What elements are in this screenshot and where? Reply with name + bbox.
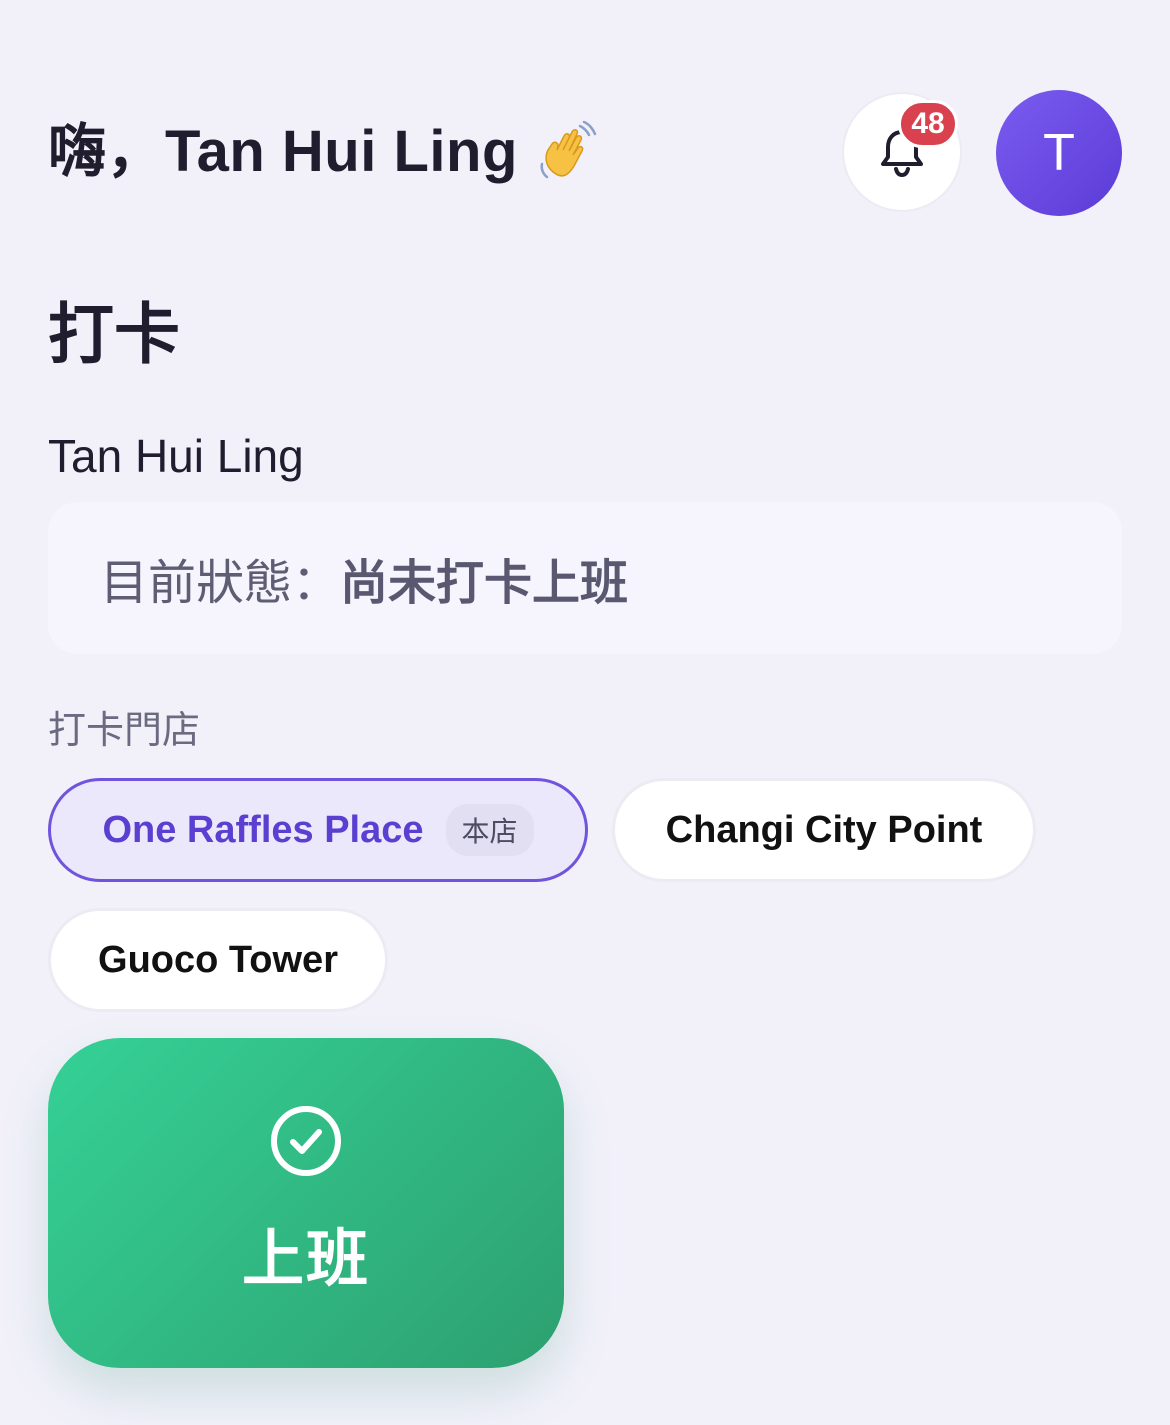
store-chip-changi-city-point[interactable]: Changi City Point	[612, 778, 1036, 882]
clock-in-screen: 嗨，Tan Hui Ling 48 T 打卡 Tan Hui Ling 目前狀態…	[0, 0, 1170, 1425]
store-chip-label: Guoco Tower	[98, 938, 338, 981]
status-label: 目前狀態：	[100, 557, 341, 610]
clock-in-button[interactable]: 上班	[48, 1038, 564, 1368]
greeting-text: 嗨，Tan Hui Ling	[48, 119, 518, 184]
greeting-title: 嗨，Tan Hui Ling	[48, 112, 598, 192]
status-card: 目前狀態： 尚未打卡上班	[48, 502, 1122, 654]
store-chip-one-raffles-place[interactable]: One Raffles Place 本店	[48, 778, 588, 882]
store-section-label: 打卡門店	[48, 710, 201, 752]
waving-hand-icon	[540, 120, 597, 179]
page-title: 打卡	[48, 297, 180, 371]
clock-in-label: 上班	[241, 1225, 370, 1294]
store-chip-guoco-tower[interactable]: Guoco Tower	[48, 908, 388, 1012]
avatar[interactable]: T	[996, 90, 1122, 216]
check-circle-icon	[271, 1106, 341, 1176]
employee-name: Tan Hui Ling	[48, 430, 304, 482]
home-store-tag: 本店	[445, 804, 534, 856]
store-chip-label: Changi City Point	[665, 808, 983, 851]
notification-badge: 48	[898, 100, 958, 148]
status-value: 尚未打卡上班	[340, 557, 629, 610]
store-chip-label: One Raffles Place	[102, 808, 424, 851]
